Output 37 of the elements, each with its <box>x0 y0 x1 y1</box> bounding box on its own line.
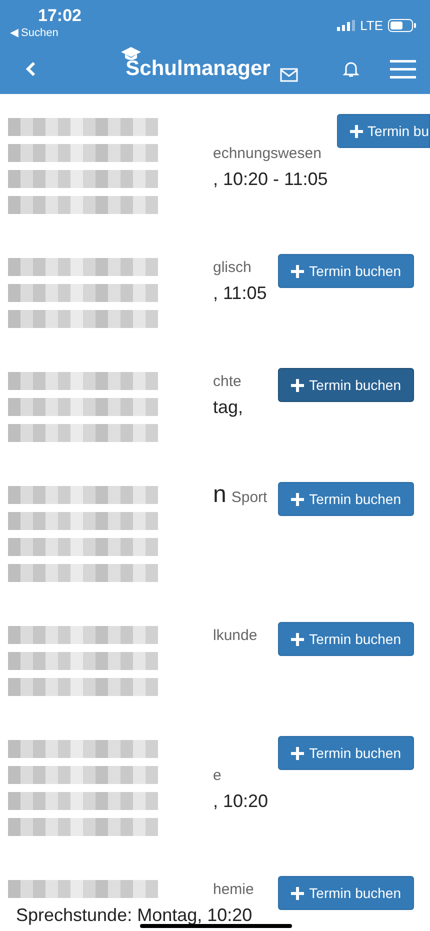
plus-icon <box>291 492 304 506</box>
plus-icon <box>291 632 304 646</box>
book-appointment-button[interactable]: Termin buchen <box>278 368 414 402</box>
slot-label: Sprechstunde: <box>16 904 134 924</box>
book-appointment-button[interactable]: Termin buchen <box>278 736 414 770</box>
subject-label: chte <box>213 372 242 390</box>
menu-icon[interactable] <box>390 59 416 79</box>
back-to-app-link[interactable]: ◀ Suchen <box>10 26 58 39</box>
network-label: LTE <box>360 18 383 32</box>
book-appointment-button[interactable]: Termin buchen <box>278 876 414 910</box>
plus-icon <box>291 264 304 278</box>
plus-icon <box>291 886 304 900</box>
subject-label: lkunde <box>213 626 258 644</box>
battery-icon <box>388 18 416 32</box>
app-title: Schulmanager <box>126 56 270 82</box>
slot-time: Montag, 10:20 <box>137 904 252 924</box>
signal-icon <box>337 20 356 30</box>
book-appointment-button[interactable]: Termin bu <box>336 114 430 148</box>
subject-label: e <box>213 766 222 784</box>
clock: 17:02 <box>38 6 82 26</box>
time-text: , 10:20 <box>213 790 270 812</box>
book-appointment-button[interactable]: Termin buchen <box>278 482 414 516</box>
name-text: n <box>213 482 226 509</box>
bell-icon[interactable] <box>342 60 360 78</box>
time-text: , 10:20 - 11:05 <box>213 168 329 190</box>
subject-label: echnungswesen <box>213 144 322 162</box>
mail-icon[interactable] <box>280 68 298 82</box>
plus-icon <box>291 746 304 760</box>
plus-icon <box>350 124 363 138</box>
subject-label: hemie <box>213 880 255 898</box>
subject-label: glisch <box>213 258 252 276</box>
plus-icon <box>291 378 304 392</box>
book-appointment-button[interactable]: Termin buchen <box>278 622 414 656</box>
book-appointment-button[interactable]: Termin buchen <box>278 254 414 288</box>
time-text: tag, <box>213 396 244 418</box>
time-text: , 11:05 <box>213 282 268 304</box>
subject-label: Sport <box>231 489 268 506</box>
